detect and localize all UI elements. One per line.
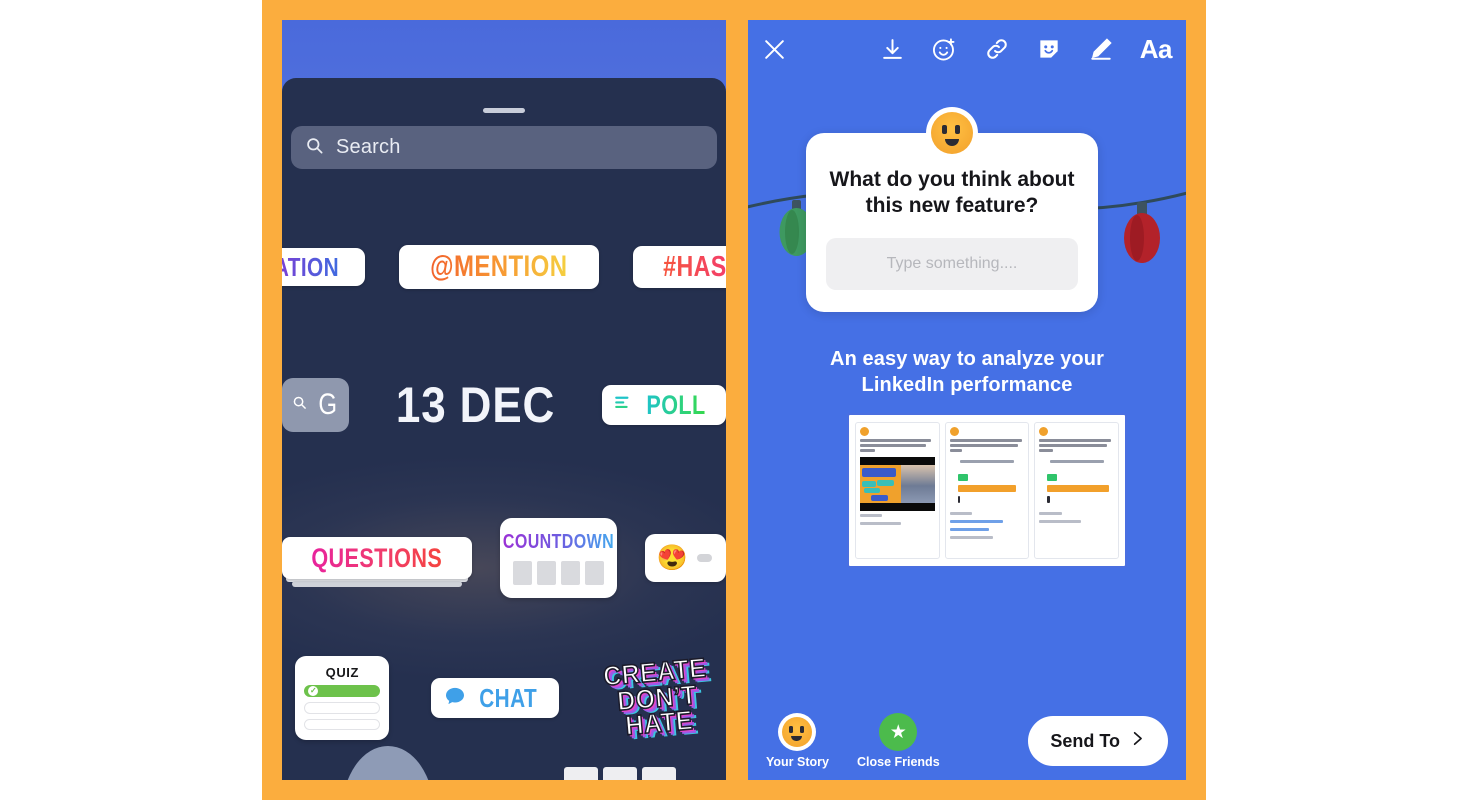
- quiz-option-correct[interactable]: ✓: [304, 685, 381, 697]
- slider-track[interactable]: [696, 554, 712, 562]
- search-input[interactable]: Search: [291, 126, 717, 169]
- sticker-row-2: G 13 DEC POLL: [282, 376, 726, 434]
- avatar-icon: [778, 713, 817, 751]
- sticker-row-3: QUESTIONS COUNTDOWN 😍: [282, 518, 726, 598]
- poll-bars-icon: [615, 395, 632, 415]
- sticker-date[interactable]: 13 DEC: [396, 376, 555, 434]
- sticker-questions[interactable]: QUESTIONS: [282, 537, 472, 587]
- chat-bubble-icon: [445, 687, 465, 710]
- sticker-mention[interactable]: @MENTION: [398, 245, 599, 289]
- tray-grabber-handle[interactable]: [483, 108, 525, 113]
- quiz-option[interactable]: [304, 702, 381, 714]
- close-icon[interactable]: [762, 37, 787, 62]
- sticker-gif[interactable]: G: [282, 378, 349, 432]
- sticker-gif-label: G: [318, 388, 337, 421]
- send-to-button[interactable]: Send To: [1028, 716, 1168, 766]
- sticker-countdown[interactable]: COUNTDOWN: [499, 518, 617, 598]
- send-to-label: Send To: [1050, 730, 1120, 751]
- text-tool-button[interactable]: Aa: [1140, 34, 1173, 65]
- analytics-card: [944, 422, 1030, 559]
- quiz-option[interactable]: [304, 718, 381, 730]
- sticker-questions-label: QUESTIONS: [311, 542, 443, 573]
- sticker-location[interactable]: LOCATION: [282, 248, 365, 286]
- sticker-quiz-label: QUIZ: [325, 665, 360, 680]
- sticker-chat-label: CHAT: [479, 682, 538, 713]
- story-bottom-bar: Your Story ★ Close Friends Send To: [748, 702, 1186, 780]
- question-sticker[interactable]: What do you think about this new feature…: [806, 107, 1098, 312]
- sticker-tray-panel: Search LOCATION @MENTION #HASHTAG: [282, 78, 726, 780]
- story-caption-text[interactable]: An easy way to analyze your LinkedIn per…: [788, 347, 1146, 398]
- analytics-card: [855, 422, 940, 559]
- link-icon[interactable]: [984, 36, 1010, 62]
- sticker-mention-label: @MENTION: [430, 250, 568, 283]
- avatar-icon: [926, 107, 978, 159]
- draw-pen-icon[interactable]: [1088, 36, 1114, 62]
- destination-close-friends[interactable]: ★ Close Friends: [857, 713, 940, 769]
- question-sticker-title: What do you think about this new feature…: [829, 168, 1075, 218]
- search-icon: [292, 395, 307, 415]
- sticker-hashtag[interactable]: #HASHTAG: [632, 246, 726, 288]
- orange-frame: Search LOCATION @MENTION #HASHTAG: [262, 0, 1206, 800]
- chevron-right-icon: [1129, 729, 1146, 753]
- effects-smiley-icon[interactable]: [931, 36, 958, 63]
- search-icon: [305, 136, 324, 160]
- question-answer-input[interactable]: Type something....: [826, 237, 1078, 290]
- sticker-location-label: LOCATION: [282, 252, 339, 283]
- sticker-icon[interactable]: [1036, 36, 1062, 62]
- sticker-partial-row[interactable]: [564, 767, 676, 780]
- heart-eyes-emoji: 😍: [656, 543, 688, 572]
- sticker-row-4: QUIZ ✓ CHAT CREATE DON’T HATE: [282, 651, 726, 741]
- sticker-quiz[interactable]: QUIZ ✓: [295, 656, 390, 740]
- sticker-row-1: LOCATION @MENTION #HASHTAG: [282, 245, 726, 289]
- destination-your-story[interactable]: Your Story: [766, 713, 829, 769]
- star-icon: ★: [879, 713, 918, 751]
- story-editor-screen: Aa What do you think about this new feat…: [748, 20, 1186, 780]
- download-icon[interactable]: [880, 37, 905, 62]
- search-placeholder: Search: [336, 136, 401, 158]
- sticker-partial-circle[interactable]: [342, 746, 434, 780]
- sticker-create-dont-hate[interactable]: CREATE DON’T HATE: [597, 651, 715, 741]
- sticker-tray-screen: Search LOCATION @MENTION #HASHTAG: [282, 20, 726, 780]
- destination-your-story-label: Your Story: [766, 755, 829, 769]
- sticker-poll[interactable]: POLL: [602, 385, 726, 425]
- sticker-poll-label: POLL: [646, 389, 706, 420]
- sticker-chat[interactable]: CHAT: [431, 678, 559, 718]
- story-media-screenshot: [847, 413, 1127, 568]
- sticker-countdown-label: COUNTDOWN: [502, 531, 614, 553]
- story-toolbar: Aa: [748, 20, 1186, 78]
- sticker-hashtag-label: #HASHTAG: [663, 251, 726, 284]
- sticker-emoji-slider[interactable]: 😍: [644, 534, 726, 582]
- destination-close-friends-label: Close Friends: [856, 755, 940, 769]
- countdown-digit-blocks: [512, 561, 604, 585]
- analytics-card: [1034, 422, 1120, 559]
